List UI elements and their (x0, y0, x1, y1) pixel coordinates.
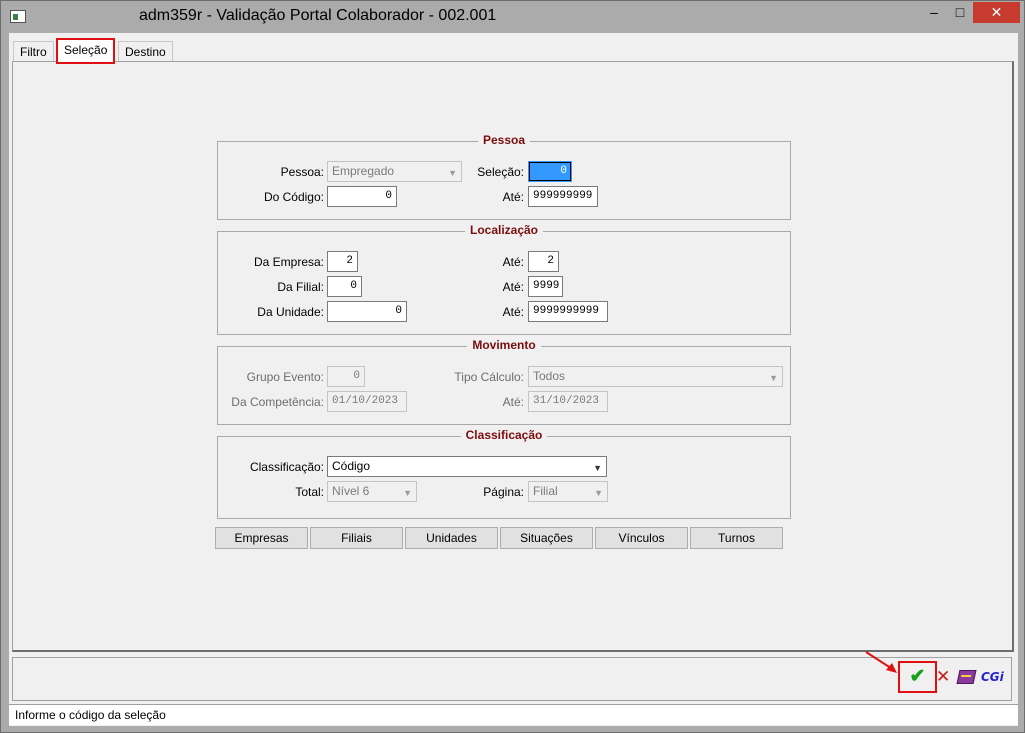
cancel-icon[interactable]: ✕ (936, 668, 950, 686)
chevron-down-icon: ▼ (403, 488, 412, 498)
group-title-movimento: Movimento (467, 338, 541, 352)
total-label: Total: (295, 485, 324, 499)
application-window: adm359r - Validação Portal Colaborador -… (0, 0, 1025, 733)
unidades-button[interactable]: Unidades (405, 527, 498, 549)
selecao-input[interactable]: 0 (528, 161, 572, 182)
ate-competencia-label: Até: (502, 395, 524, 409)
da-filial-input[interactable]: 0 (327, 276, 362, 297)
total-select: Nível 6 ▼ (327, 481, 417, 502)
red-arrow-annotation (865, 651, 897, 673)
situacoes-button[interactable]: Situações (500, 527, 593, 549)
pessoa-select: Empregado ▼ (327, 161, 462, 182)
group-movimento: Movimento Grupo Evento: 0 Tipo Cálculo: … (217, 338, 791, 425)
minimize-button[interactable]: – (921, 2, 947, 23)
maximize-button[interactable]: □ (947, 2, 973, 23)
da-empresa-input[interactable]: 2 (327, 251, 358, 272)
window-title: adm359r - Validação Portal Colaborador -… (139, 7, 497, 24)
selecao-label: Seleção: (477, 165, 524, 179)
ate-filial-label: Até: (502, 280, 524, 294)
da-unidade-label: Da Unidade: (257, 305, 324, 319)
classificacao-value: Código (332, 459, 371, 473)
ate-empresa-input[interactable]: 2 (528, 251, 559, 272)
ate-codigo-input[interactable]: 999999999 (528, 186, 598, 207)
window-client-area: Filtro Seleção Destino Pessoa Pessoa: Em… (9, 33, 1018, 726)
title-bar[interactable]: adm359r - Validação Portal Colaborador -… (1, 1, 1024, 33)
grupo-evento-label: Grupo Evento: (246, 370, 324, 384)
do-codigo-input[interactable]: 0 (327, 186, 397, 207)
ate-filial-input[interactable]: 9999 (528, 276, 563, 297)
pessoa-label: Pessoa: (280, 165, 324, 179)
vinculos-button[interactable]: Vínculos (595, 527, 688, 549)
grupo-evento-input: 0 (327, 366, 365, 387)
close-window-button[interactable]: ✕ (973, 2, 1020, 23)
da-competencia-input: 01/10/2023 (327, 391, 407, 412)
tab-panel-selecao: Pessoa Pessoa: Empregado ▼ Seleção: 0 Do… (12, 61, 1014, 652)
tab-destino[interactable]: Destino (118, 41, 173, 63)
empresas-button[interactable]: Empresas (215, 527, 308, 549)
da-filial-label: Da Filial: (277, 280, 324, 294)
tipo-calculo-label: Tipo Cálculo: (454, 370, 524, 384)
pagina-label: Página: (483, 485, 524, 499)
pessoa-select-value: Empregado (332, 164, 395, 178)
cgi-logo[interactable]: CGi (981, 670, 1004, 684)
ate-unidade-input[interactable]: 9999999999 (528, 301, 608, 322)
classificacao-select[interactable]: Código ▼ (327, 456, 607, 477)
tab-filtro[interactable]: Filtro (13, 41, 54, 63)
total-value: Nível 6 (332, 484, 370, 498)
da-empresa-label: Da Empresa: (253, 255, 324, 269)
chevron-down-icon: ▼ (769, 373, 778, 383)
bottom-toolbar (12, 657, 1012, 701)
ate-codigo-label: Até: (502, 190, 524, 204)
group-localizacao: Localização Da Empresa: 2 Até: 2 Da Fili… (217, 223, 791, 335)
tipo-calculo-select: Todos ▼ (528, 366, 783, 387)
help-book-icon[interactable] (956, 670, 977, 684)
group-classificacao: Classificação Classificação: Código ▼ To… (217, 428, 791, 519)
group-title-localizacao: Localização (464, 223, 544, 237)
da-competencia-label: Da Competência: (231, 395, 324, 409)
group-title-pessoa: Pessoa (477, 133, 531, 147)
ate-competencia-input: 31/10/2023 (528, 391, 608, 412)
filiais-button[interactable]: Filiais (310, 527, 403, 549)
da-unidade-input[interactable]: 0 (327, 301, 407, 322)
tab-selecao[interactable]: Seleção (56, 38, 116, 64)
app-icon (10, 10, 26, 23)
pagina-select: Filial ▼ (528, 481, 608, 502)
chevron-down-icon: ▼ (594, 488, 603, 498)
group-pessoa: Pessoa Pessoa: Empregado ▼ Seleção: 0 Do… (217, 133, 791, 220)
ate-empresa-label: Até: (502, 255, 524, 269)
chevron-down-icon[interactable]: ▼ (593, 459, 602, 478)
turnos-button[interactable]: Turnos (690, 527, 783, 549)
pagina-value: Filial (533, 484, 558, 498)
tipo-calculo-value: Todos (533, 369, 566, 383)
classificacao-label: Classificação: (249, 460, 324, 474)
group-title-classificacao: Classificação (460, 428, 548, 442)
ate-unidade-label: Até: (502, 305, 524, 319)
do-codigo-label: Do Código: (263, 190, 324, 204)
status-bar: Informe o código da seleção (9, 704, 1018, 725)
chevron-down-icon: ▼ (448, 168, 457, 178)
